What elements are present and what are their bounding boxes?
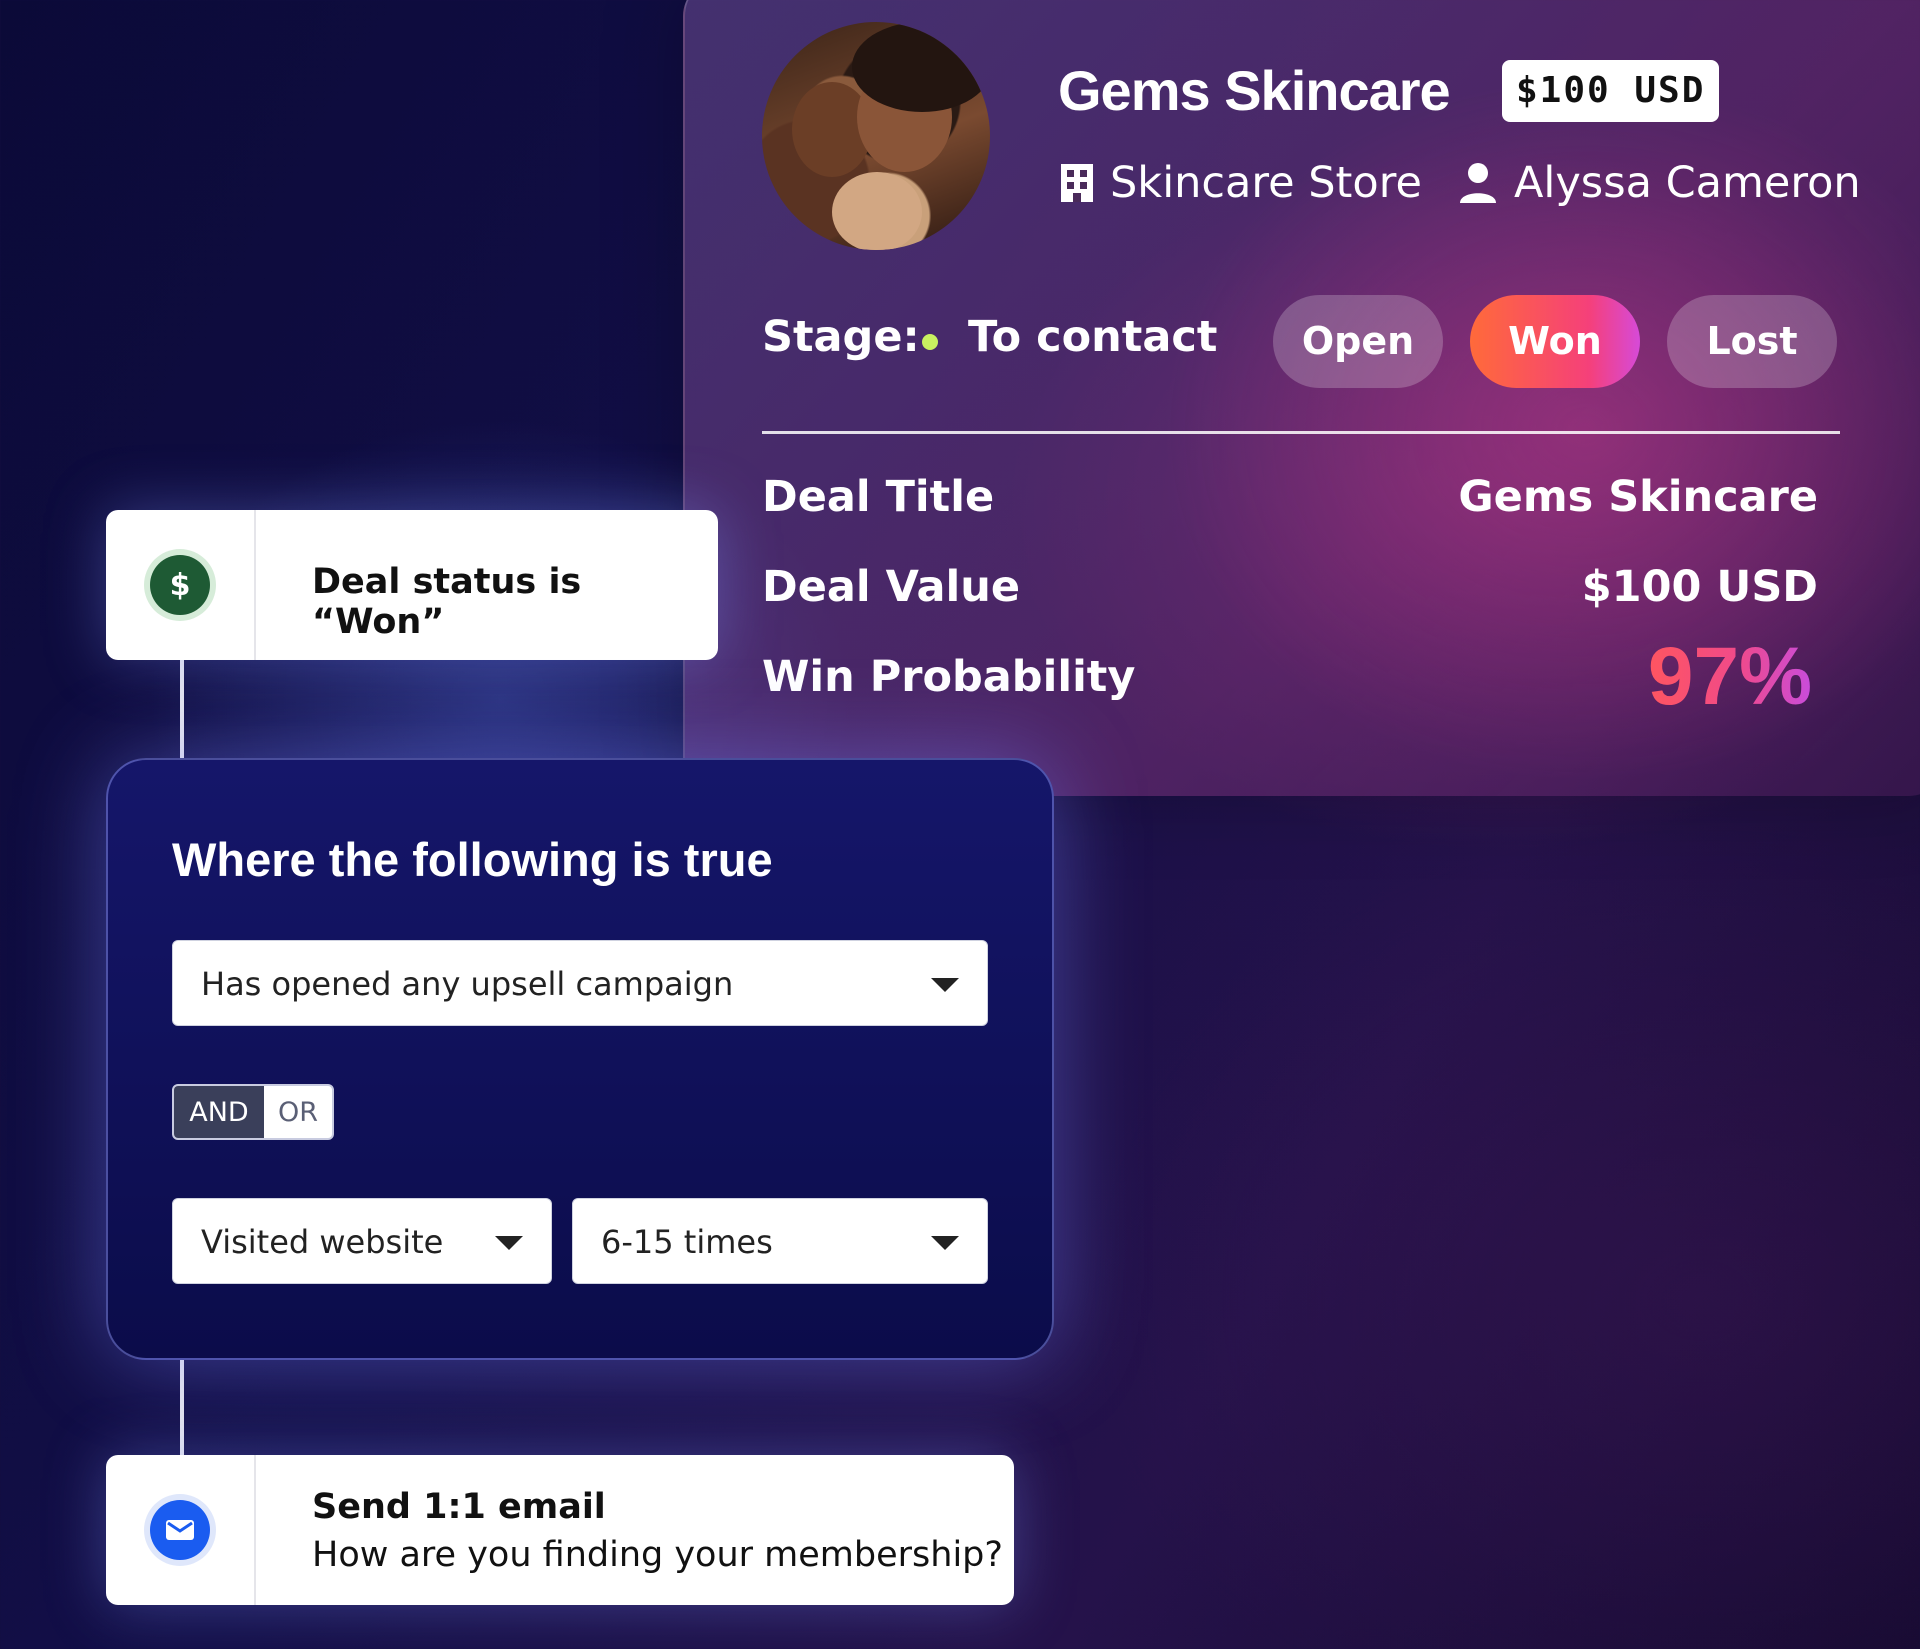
or-option[interactable]: OR <box>264 1086 332 1138</box>
deal-value-value: $100 USD <box>1581 562 1818 612</box>
trigger-icon-column: $ <box>106 510 256 660</box>
price-badge: $100 USD <box>1502 60 1720 122</box>
activity-select-value: Visited website <box>201 1223 444 1261</box>
win-probability-label: Win Probability <box>762 652 1136 702</box>
deal-divider <box>762 431 1840 434</box>
condition-title: Where the following is true <box>172 833 773 886</box>
dollar-icon: $ <box>150 555 210 615</box>
email-icon <box>150 1500 210 1560</box>
action-title: Send 1:1 email <box>312 1487 606 1527</box>
and-or-toggle[interactable]: AND OR <box>172 1084 334 1140</box>
company-meta: Skincare Store <box>1060 158 1422 208</box>
person-icon <box>1460 163 1496 203</box>
trigger-text: Deal status is “Won” <box>312 562 582 642</box>
campaign-select-value: Has opened any upsell campaign <box>201 965 734 1003</box>
frequency-select[interactable]: 6-15 times <box>572 1198 988 1284</box>
activity-select[interactable]: Visited website <box>172 1198 552 1284</box>
stage-label: Stage: <box>762 312 920 362</box>
deal-title-value: Gems Skincare <box>1458 472 1818 522</box>
deal-title-label: Deal Title <box>762 472 995 522</box>
connector-line <box>180 1355 184 1457</box>
win-probability-value: 97% <box>1647 631 1812 722</box>
company-name: Skincare Store <box>1110 158 1422 208</box>
trigger-card[interactable]: $ Deal status is “Won” <box>106 510 718 660</box>
stage-dot-icon <box>922 334 938 350</box>
chevron-down-icon <box>931 978 959 992</box>
contact-name: Alyssa Cameron <box>1514 158 1861 208</box>
status-open-button[interactable]: Open <box>1273 295 1443 388</box>
and-option[interactable]: AND <box>174 1086 264 1138</box>
deal-avatar <box>762 22 990 250</box>
action-subtitle: How are you finding your membership? <box>312 1535 1003 1575</box>
campaign-select[interactable]: Has opened any upsell campaign <box>172 940 988 1026</box>
status-won-button[interactable]: Won <box>1470 295 1640 388</box>
status-lost-button[interactable]: Lost <box>1667 295 1837 388</box>
contact-meta: Alyssa Cameron <box>1458 158 1861 208</box>
action-card[interactable]: Send 1:1 email How are you finding your … <box>106 1455 1014 1605</box>
connector-line <box>180 658 184 760</box>
frequency-select-value: 6-15 times <box>601 1223 773 1261</box>
stage-value: To contact <box>968 312 1218 362</box>
building-icon <box>1061 164 1093 202</box>
action-icon-column <box>106 1455 256 1605</box>
chevron-down-icon <box>495 1236 523 1250</box>
deal-value-label: Deal Value <box>762 562 1021 612</box>
deal-name: Gems Skincare <box>1058 59 1451 122</box>
condition-card: Where the following is true Has opened a… <box>106 758 1054 1360</box>
chevron-down-icon <box>931 1236 959 1250</box>
